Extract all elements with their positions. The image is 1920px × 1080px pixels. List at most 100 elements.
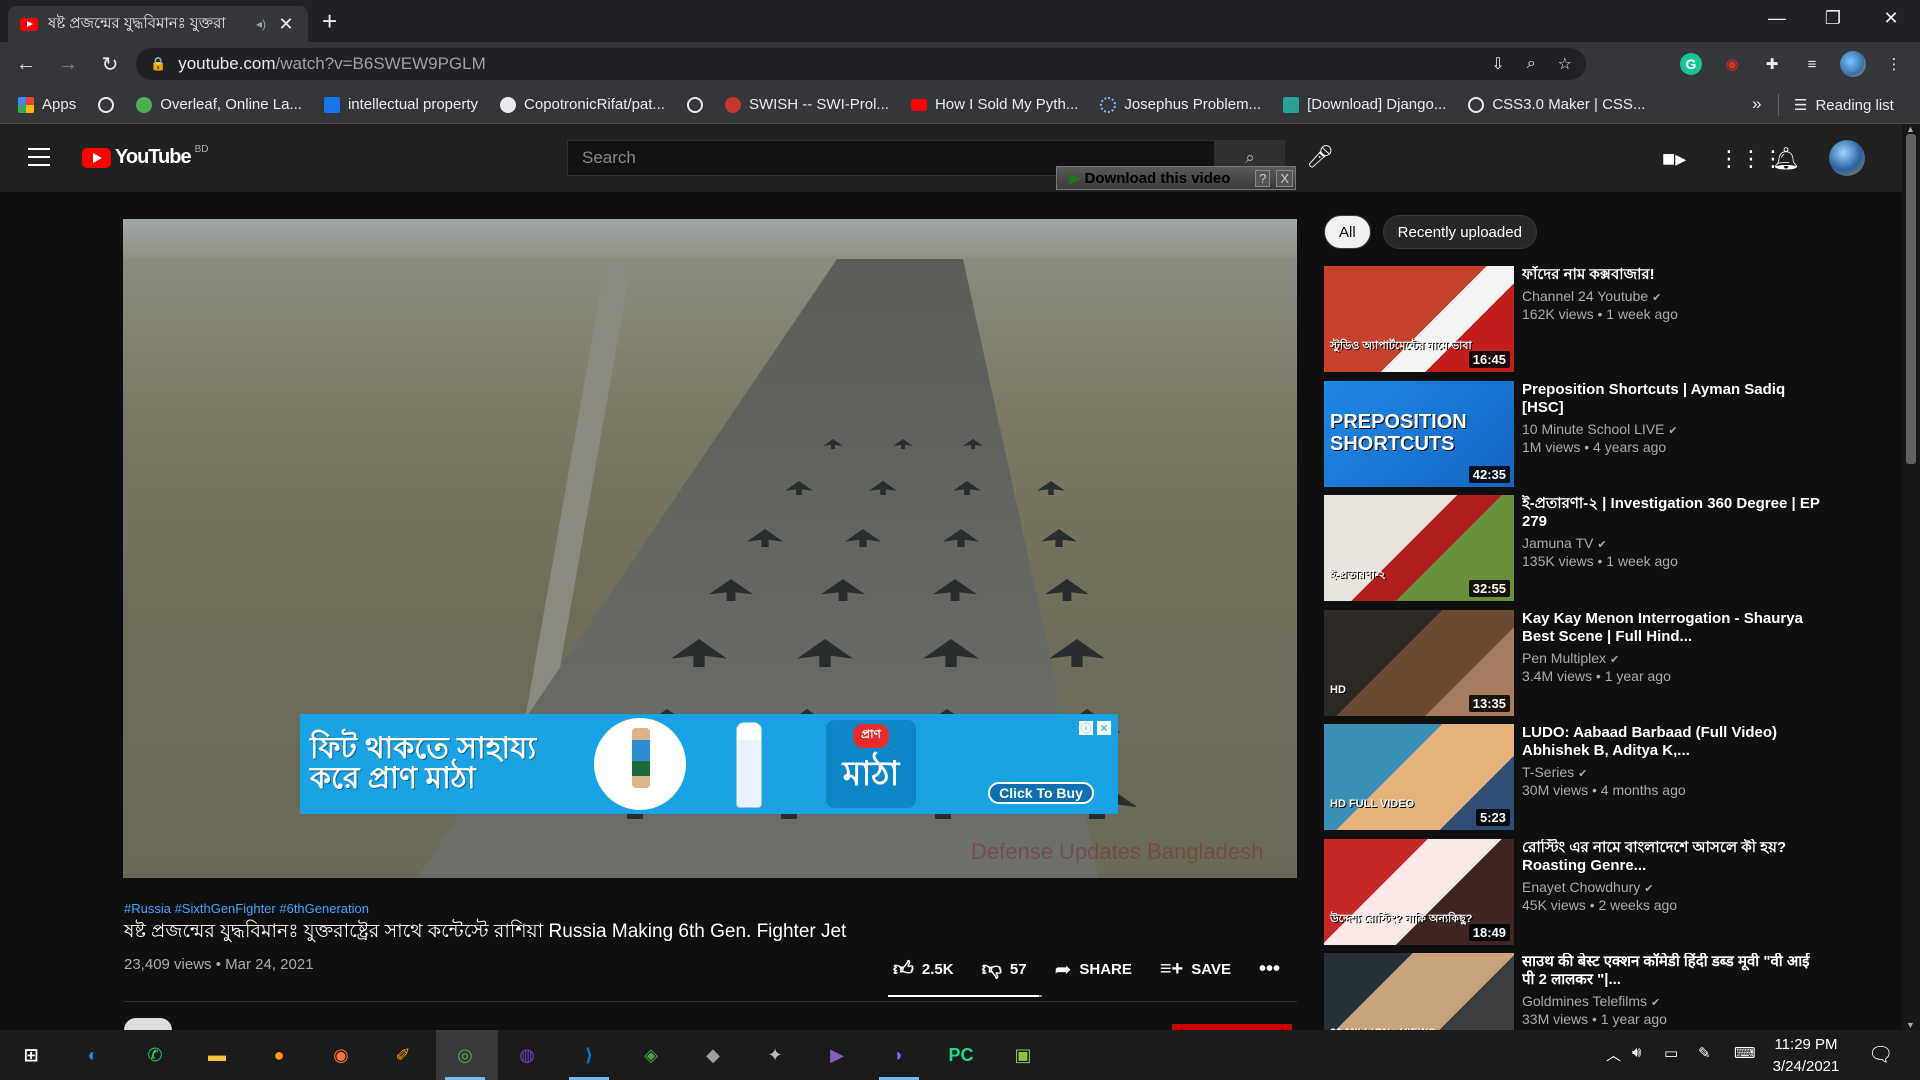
bookmark-django[interactable]: [Download] Django... [1283, 96, 1446, 113]
lock-icon[interactable]: 🔒 [150, 56, 166, 72]
bookmark-css3-maker[interactable]: CSS3.0 Maker | CSS... [1468, 96, 1645, 113]
media-queue-icon[interactable]: ≡ [1798, 50, 1826, 78]
bookmark-youtube[interactable]: How I Sold My Pyth... [910, 96, 1078, 113]
grammarly-extension-icon[interactable]: G [1680, 53, 1702, 75]
ad-close-icon[interactable]: ✕ [1096, 720, 1112, 736]
download-close-button[interactable]: X [1276, 169, 1293, 187]
video-overlay-ad[interactable]: ফিট থাকতে সাহায্য করে প্রাণ মাঠা প্রাণ ম… [300, 714, 1118, 814]
video-thumbnail[interactable]: ই-প্রতারণা-২ 32:55 [1324, 495, 1514, 601]
app-icon[interactable]: ✦ [760, 1040, 790, 1070]
chrome-menu-icon[interactable]: ⋮ [1880, 50, 1908, 78]
tab-audio-icon[interactable]: ◂) [256, 17, 266, 31]
ad-click-to-buy-button[interactable]: Click To Buy [988, 782, 1094, 804]
recommended-video[interactable]: HD 13:35 Kay Kay Menon Interrogation - S… [1324, 609, 1824, 716]
minimize-button[interactable]: — [1750, 0, 1804, 36]
network-icon[interactable]: ▭ [1664, 1044, 1678, 1062]
recommended-video[interactable]: স্টুডিও অ্যাপার্টমেন্টের নামে ভাবা 16:45… [1324, 266, 1824, 372]
pen-icon[interactable]: ✎ [1698, 1044, 1711, 1062]
keyboard-icon[interactable]: ⌨ [1734, 1044, 1756, 1062]
browser-app-icon[interactable]: ● [264, 1040, 294, 1070]
taskbar-clock[interactable]: 11:29 PM 3/24/2021 [1760, 1034, 1852, 1078]
address-bar[interactable]: 🔒 youtube.com/watch?v=B6SWEW9PGLM ⇩ ⌕ ☆ [136, 48, 1586, 80]
restore-button[interactable]: ❐ [1806, 0, 1860, 36]
firefox-icon[interactable]: ◉ [326, 1040, 356, 1070]
recommended-video[interactable]: PREPOSITION SHORTCUTS 42:35 Preposition … [1324, 380, 1824, 487]
recommended-title[interactable]: রোস্টিং এর নামে বাংলাদেশে আসলে কী হয়? R… [1522, 839, 1822, 875]
vscode-icon[interactable]: ⟩ [574, 1040, 604, 1070]
back-button[interactable]: ← [10, 53, 42, 76]
bookmarks-overflow-button[interactable]: » [1752, 94, 1761, 114]
reload-button[interactable]: ↻ [94, 52, 126, 77]
video-thumbnail[interactable]: উদ্দেশ্য রোস্টিং? নাকি অন্যকিছু? 18:49 [1324, 838, 1514, 945]
recommended-title[interactable]: ই-প্রতারণা-২ | Investigation 360 Degree … [1522, 495, 1822, 531]
recommended-channel[interactable]: Goldmines Telefilms [1522, 993, 1647, 1009]
video-thumbnail[interactable]: PREPOSITION SHORTCUTS 42:35 [1324, 380, 1514, 487]
browser-tab-active[interactable]: ষষ্ট প্রজন্মের যুদ্ধবিমানঃ যুক্তরা ◂) ✕ [8, 6, 308, 42]
download-video-bar[interactable]: ▶ Download this video ? X [1056, 166, 1296, 190]
scroll-down-arrow-icon[interactable]: ▼ [1906, 1020, 1915, 1030]
page-scrollbar[interactable]: ▲ ▼ [1902, 124, 1920, 1030]
video-player[interactable]: ফিট থাকতে সাহায্য করে প্রাণ মাঠা প্রাণ ম… [123, 219, 1297, 878]
video-hashtags[interactable]: #Russia #SixthGenFighter #6thGeneration [124, 901, 369, 916]
github-desktop-icon[interactable]: ◍ [512, 1040, 542, 1070]
dislike-button[interactable]: 👎︎ 57 [982, 957, 1027, 981]
create-video-icon[interactable]: ■▸ [1662, 146, 1686, 172]
ad-info-icon[interactable]: ⓘ [1078, 720, 1094, 736]
hamburger-menu-icon[interactable] [28, 148, 50, 166]
recommended-title[interactable]: LUDO: Aabaad Barbaad (Full Video) Abhish… [1522, 724, 1822, 760]
recommended-channel[interactable]: Channel 24 Youtube [1522, 288, 1648, 304]
video-thumbnail[interactable]: স্টুডিও অ্যাপার্টমেন্টের নামে ভাবা 16:45 [1324, 266, 1514, 372]
install-icon[interactable]: ⇩ [1491, 54, 1504, 74]
file-explorer-icon[interactable]: ▬ [202, 1040, 232, 1070]
forward-button[interactable]: → [52, 53, 84, 76]
recommended-video[interactable]: HD FULL VIDEO 5:23 LUDO: Aabaad Barbaad … [1324, 724, 1824, 830]
recommended-title[interactable]: ফাঁদের নাম কক্সবাজার! [1522, 266, 1822, 284]
share-button[interactable]: ➦ SHARE [1055, 957, 1132, 982]
new-tab-button[interactable]: + [322, 6, 337, 37]
scrollbar-thumb[interactable] [1906, 134, 1916, 464]
like-button[interactable]: 👍︎ 2.5K [893, 957, 954, 981]
notifications-bell-icon[interactable]: 🔔︎ [1772, 146, 1800, 172]
search-app-icon[interactable]: ◐ [78, 1040, 108, 1070]
bookmark-github[interactable]: CopotronicRifat/pat... [500, 96, 665, 113]
recommended-channel[interactable]: Enayet Chowdhury [1522, 879, 1640, 895]
recommended-title[interactable]: Kay Kay Menon Interrogation - Shaurya Be… [1522, 610, 1822, 646]
youtube-logo[interactable]: YouTube BD [82, 144, 208, 169]
editor-app-icon[interactable]: ✐ [388, 1040, 418, 1070]
app-icon[interactable]: ◈ [636, 1040, 666, 1070]
volume-icon[interactable]: 🔊︎ [1632, 1044, 1641, 1061]
chip-all[interactable]: All [1324, 215, 1371, 249]
download-help-button[interactable]: ? [1255, 169, 1271, 187]
channel-avatar[interactable] [124, 1018, 172, 1030]
recommended-channel[interactable]: Pen Multiplex [1522, 650, 1606, 666]
windows-start-icon[interactable]: ⊞ [16, 1040, 46, 1070]
chip-recently-uploaded[interactable]: Recently uploaded [1382, 215, 1537, 249]
recommended-video[interactable]: উদ্দেশ্য রোস্টিং? নাকি অন্যকিছু? 18:49 র… [1324, 838, 1824, 945]
whatsapp-icon[interactable]: ✆ [140, 1040, 170, 1070]
zoom-icon[interactable]: ⌕ [1527, 55, 1536, 73]
chrome-icon[interactable]: ◎ [450, 1040, 480, 1070]
visual-studio-icon[interactable]: ▶ [822, 1040, 852, 1070]
bookmark-swish[interactable]: SWISH -- SWI-Prol... [724, 96, 889, 113]
recommended-channel[interactable]: Jamuna TV [1522, 535, 1593, 551]
recommended-title[interactable]: साउथ की बेस्ट एक्शन कॉमेडी हिंदी डब्ड मू… [1522, 953, 1822, 989]
video-thumbnail[interactable]: HD FULL VIDEO 5:23 [1324, 724, 1514, 830]
bookmark-star-icon[interactable]: ☆ [1558, 54, 1572, 74]
bookmark-josephus[interactable]: Josephus Problem... [1100, 96, 1261, 113]
bookmark-globe[interactable] [98, 96, 115, 113]
video-thumbnail[interactable]: HD 13:35 [1324, 609, 1514, 716]
tab-close-icon[interactable]: ✕ [276, 14, 296, 35]
notifications-icon[interactable]: 🗨︎ [1868, 1042, 1893, 1067]
save-button[interactable]: ≡+ SAVE [1160, 958, 1231, 981]
extensions-puzzle-icon[interactable]: ✚ [1758, 50, 1786, 78]
recommended-title[interactable]: Preposition Shortcuts | Ayman Sadiq [HSC… [1522, 381, 1822, 417]
more-actions-button[interactable]: ••• [1259, 958, 1280, 981]
account-avatar[interactable] [1829, 140, 1865, 176]
app-icon[interactable]: ◆ [698, 1040, 728, 1070]
extension-icon[interactable]: ◉ [1718, 50, 1746, 78]
close-window-button[interactable]: ✕ [1864, 0, 1918, 36]
bookmark-overleaf[interactable]: Overleaf, Online La... [136, 96, 302, 113]
app-icon[interactable]: ▣ [1008, 1040, 1038, 1070]
tray-chevron-icon[interactable]: ︿ [1606, 1044, 1621, 1065]
bookmark-apps[interactable]: Apps [18, 96, 76, 113]
